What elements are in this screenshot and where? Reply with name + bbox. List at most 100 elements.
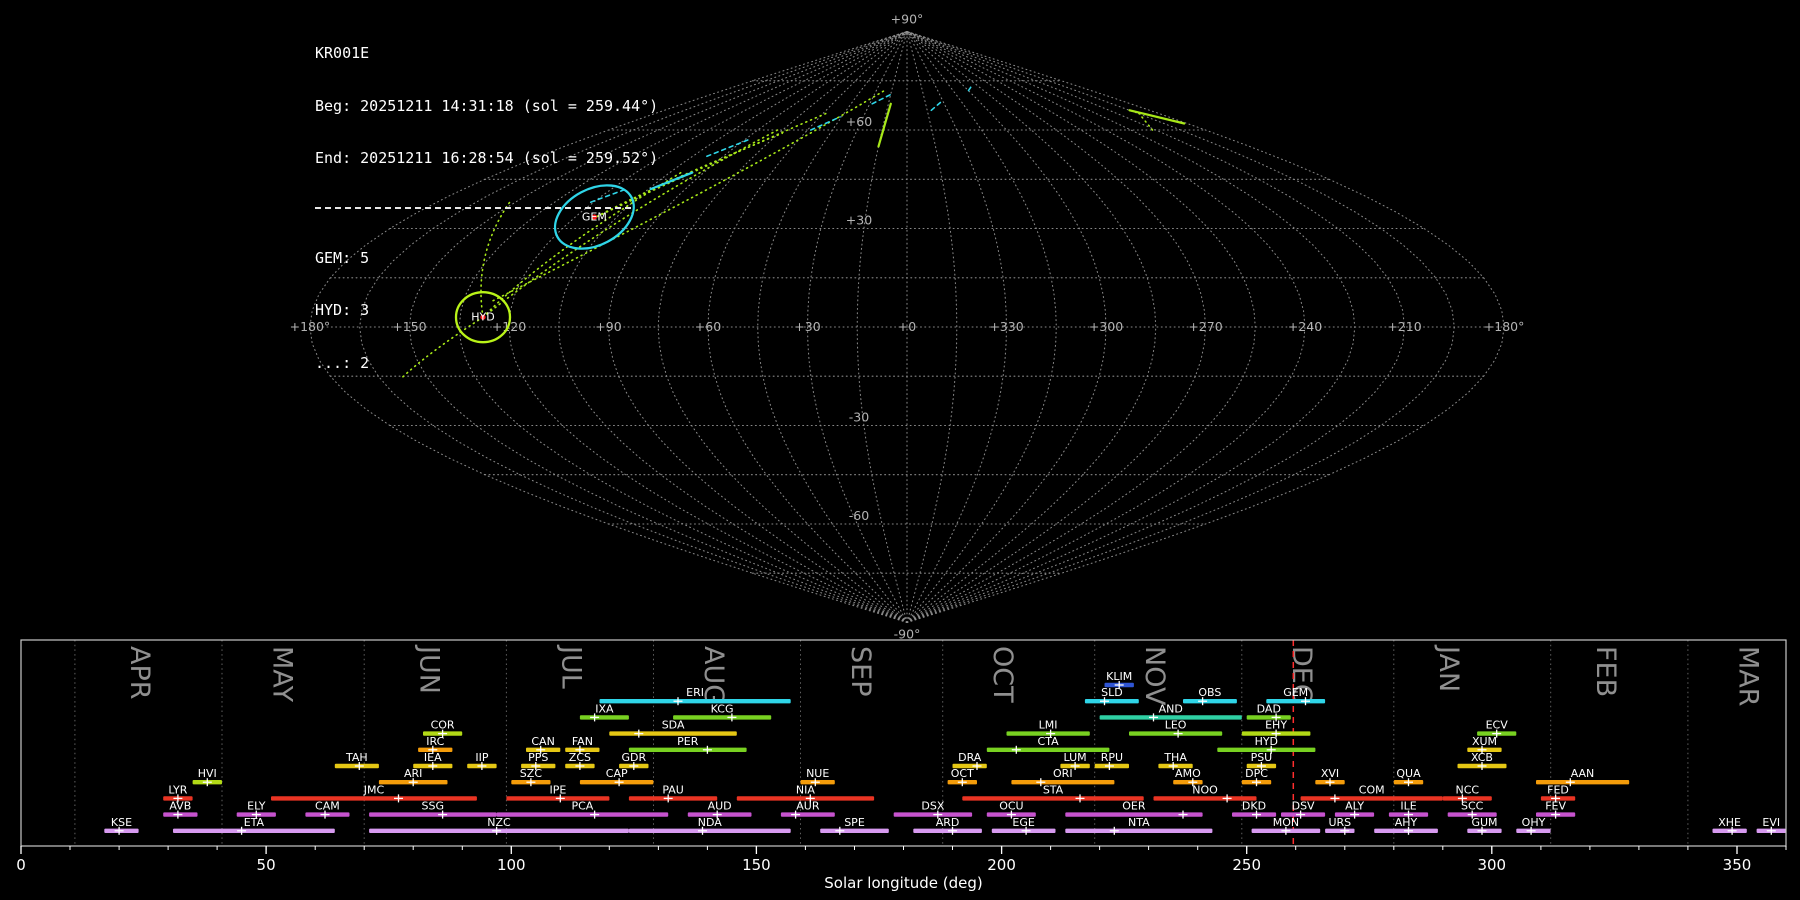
shower-label-ncc: NCC — [1456, 783, 1480, 796]
x-axis-title: Solar longitude (deg) — [824, 874, 982, 892]
shower-label-cam: CAM — [315, 800, 340, 813]
shower-label-fan: FAN — [572, 735, 593, 748]
shower-label-gum: GUM — [1471, 816, 1497, 829]
shower-bar-jmc — [271, 796, 477, 801]
sky-south-pole-label: -90° — [894, 627, 921, 642]
shower-bar-sta — [962, 796, 1144, 801]
shower-label-sld: SLD — [1101, 686, 1123, 699]
shower-label-dsv: DSV — [1292, 800, 1315, 813]
month-label-oct: OCT — [987, 646, 1018, 703]
shower-label-amo: AMO — [1175, 767, 1201, 780]
x-tick-label: 0 — [16, 856, 26, 874]
month-label-nov: NOV — [1139, 646, 1170, 706]
shower-bar-sld — [1084, 699, 1139, 704]
shower-label-lyr: LYR — [168, 783, 187, 796]
sky-lon-label: +30 — [794, 319, 820, 334]
sky-lat-label: +30 — [846, 213, 872, 228]
shower-label-rpu: RPU — [1101, 751, 1123, 764]
shower-label-ocu: OCU — [999, 800, 1023, 813]
shower-label-cta: CTA — [1038, 735, 1060, 748]
x-tick-label: 350 — [1723, 856, 1752, 874]
month-label-mar: MAR — [1732, 646, 1763, 707]
month-label-jul: JUL — [556, 644, 587, 689]
shower-label-spe: SPE — [844, 816, 865, 829]
shower-label-xum: XUM — [1472, 735, 1497, 748]
sky-lat-label: -30 — [849, 410, 869, 425]
sky-lat-label: -60 — [849, 508, 869, 523]
month-label-jun: JUN — [413, 644, 444, 694]
shower-label-iea: IEA — [424, 751, 442, 764]
shower-label-oer: OER — [1122, 800, 1146, 813]
shower-label-ecv: ECV — [1486, 719, 1509, 732]
shower-label-pca: PCA — [571, 800, 593, 813]
shower-label-szc: SZC — [520, 767, 543, 780]
shower-label-kcg: KCG — [711, 702, 734, 715]
shower-label-scc: SCC — [1461, 800, 1484, 813]
shower-bar-kcg — [673, 715, 772, 720]
month-label-sep: SEP — [845, 646, 876, 696]
shower-bar-dsx — [893, 812, 973, 817]
shower-label-tha: THA — [1163, 751, 1187, 764]
shower-label-avb: AVB — [169, 800, 191, 813]
shower-label-tah: TAH — [345, 751, 368, 764]
count-gem: GEM: 5 — [315, 248, 370, 267]
shower-bar-aur — [780, 812, 835, 817]
shower-bar-per — [628, 747, 747, 752]
shower-label-nda: NDA — [698, 816, 723, 829]
shower-label-evi: EVI — [1762, 816, 1780, 829]
shower-label-eri: ERI — [686, 686, 704, 699]
shower-label-kse: KSE — [111, 816, 132, 829]
header-begin-time: Beg: 20251211 14:31:18 (sol = 259.44°) — [315, 96, 659, 115]
meteor-trail — [877, 102, 892, 148]
month-label-apr: APR — [124, 646, 155, 700]
header-station-code: KR001E — [315, 44, 370, 62]
shower-label-psu: PSU — [1251, 751, 1273, 764]
shower-label-urs: URS — [1328, 816, 1351, 829]
x-tick-label: 250 — [1232, 856, 1261, 874]
shower-label-hyd: HYD — [1255, 735, 1278, 748]
shower-label-aud: AUD — [708, 800, 732, 813]
shower-label-com: COM — [1359, 783, 1385, 796]
shower-label-lum: LUM — [1064, 751, 1087, 764]
shower-label-nue: NUE — [806, 767, 829, 780]
timeline-shower-bars: KLIM ERI SLD OBS GEM IXA KCG AND DAD COR SDA LMI LEO… — [104, 670, 1786, 835]
plot-stage: KR001E Beg: 20251211 14:31:18 (sol = 259… — [0, 0, 1800, 900]
shower-label-cap: CAP — [606, 767, 628, 780]
shower-label-aur: AUR — [796, 800, 820, 813]
shower-label-oct: OCT — [951, 767, 974, 780]
sky-lon-label: +270 — [1188, 319, 1222, 334]
shower-label-dkd: DKD — [1242, 800, 1266, 813]
sky-lon-label: +330 — [989, 319, 1023, 334]
shower-label-qua: QUA — [1396, 767, 1421, 780]
sky-lat-label: +60 — [846, 114, 872, 129]
shower-label-xhe: XHE — [1718, 816, 1741, 829]
shower-label-fed: FED — [1547, 783, 1569, 796]
x-tick-label: 100 — [497, 856, 526, 874]
shower-label-dpc: DPC — [1245, 767, 1268, 780]
shower-label-irc: IRC — [426, 735, 444, 748]
shower-label-zcs: ZCS — [569, 751, 591, 764]
month-label-jan: JAN — [1433, 644, 1464, 692]
shower-label-xvi: XVI — [1321, 767, 1339, 780]
shower-label-per: PER — [677, 735, 699, 748]
shower-label-ege: EGE — [1012, 816, 1034, 829]
shower-label-pau: PAU — [662, 783, 684, 796]
shower-bar-nta — [1065, 828, 1213, 833]
shower-label-klim: KLIM — [1106, 670, 1132, 683]
shower-bar-urs — [1325, 828, 1355, 833]
shower-label-obs: OBS — [1198, 686, 1221, 699]
count-other: ...: 2 — [315, 353, 370, 372]
meteor-trail — [930, 99, 944, 112]
sky-lon-label: +210 — [1387, 319, 1421, 334]
shower-label-eta: ETA — [244, 816, 265, 829]
shower-label-xcb: XCB — [1471, 751, 1493, 764]
shower-bar-pca — [496, 812, 669, 817]
shower-label-ely: ELY — [247, 800, 266, 813]
shower-bar-nda — [628, 828, 791, 833]
shower-bar-sda — [609, 731, 737, 736]
shower-label-sta: STA — [1043, 783, 1064, 796]
shower-label-noo: NOO — [1192, 783, 1218, 796]
shower-label-nzc: NZC — [487, 816, 511, 829]
meteor-trail — [967, 83, 974, 92]
shower-bar-ssg — [369, 812, 497, 817]
